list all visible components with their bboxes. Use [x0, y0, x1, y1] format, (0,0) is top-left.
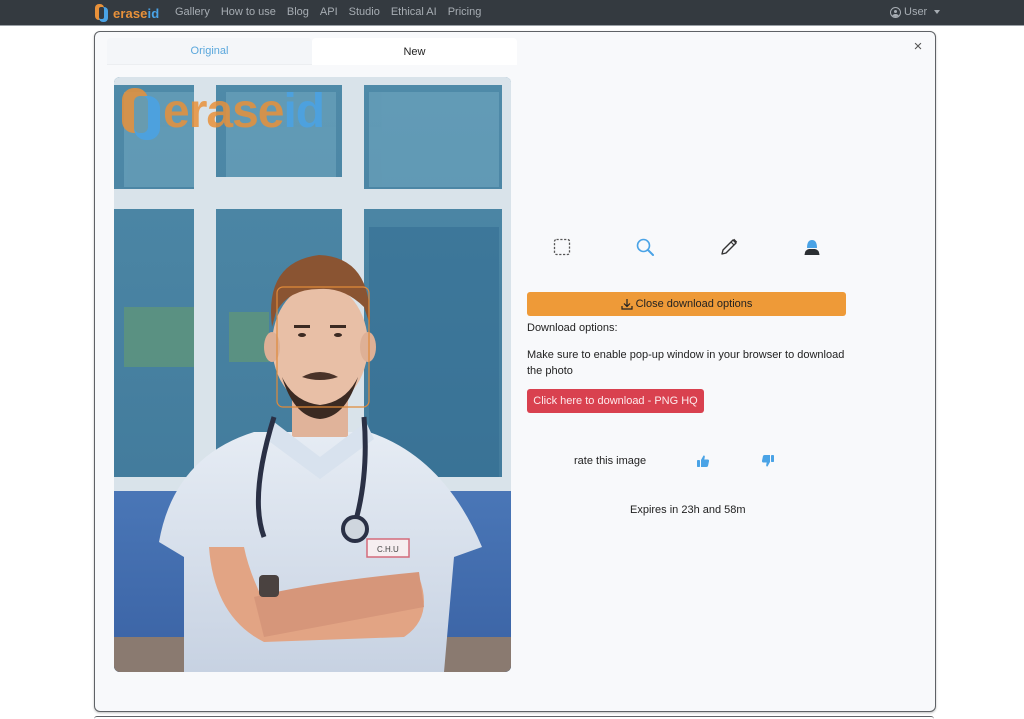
thumbs-up-icon — [697, 455, 710, 467]
zoom-button[interactable] — [633, 235, 657, 259]
person-icon — [804, 240, 820, 255]
close-modal-button[interactable]: × — [910, 39, 926, 55]
tab-new[interactable]: New — [312, 38, 517, 65]
tab-original[interactable]: Original — [107, 38, 312, 65]
nav-link-how-to-use[interactable]: How to use — [221, 6, 276, 18]
user-circle-icon — [890, 6, 901, 18]
thumbs-down-button[interactable] — [761, 454, 775, 468]
nav-link-pricing[interactable]: Pricing — [448, 6, 482, 18]
nav-link-gallery[interactable]: Gallery — [175, 6, 210, 18]
download-png-hq-button[interactable]: Click here to download - PNG HQ — [527, 389, 704, 413]
close-download-options-button[interactable]: Close download options — [527, 292, 846, 316]
thumbs-down-icon — [761, 455, 774, 467]
rate-image-label: rate this image — [574, 455, 647, 467]
brand-logo-link[interactable]: eraseid — [95, 3, 159, 23]
brand-name: eraseid — [113, 5, 160, 21]
nav-links: Gallery How to use Blog API Studio Ethic… — [175, 0, 481, 24]
image-tabs: Original New — [107, 38, 517, 65]
nav-link-api[interactable]: API — [320, 6, 338, 18]
watermark-text: eraseid — [163, 85, 325, 138]
person-button[interactable] — [800, 235, 824, 259]
nav-link-blog[interactable]: Blog — [287, 6, 309, 18]
watermark: eraseid — [122, 85, 325, 140]
expiry-text: Expires in 23h and 58m — [630, 504, 746, 516]
dashed-square-icon — [553, 238, 571, 256]
pencil-icon — [721, 238, 738, 255]
top-navbar: eraseid Gallery How to use Blog API Stud… — [0, 0, 1024, 26]
popup-note: Make sure to enable pop-up window in you… — [527, 349, 845, 377]
watermark-logo-icon — [122, 88, 160, 140]
search-icon — [636, 238, 654, 256]
nav-link-studio[interactable]: Studio — [349, 6, 380, 18]
photo-illustration: C.H.U — [114, 77, 511, 672]
eraseid-logo-icon — [95, 4, 108, 22]
result-photo: C.H.U eraseid — [114, 77, 511, 672]
name-badge-text: C.H.U — [377, 545, 399, 554]
caret-down-icon — [934, 10, 941, 14]
download-options-label: Download options: — [527, 322, 618, 334]
user-label: User — [904, 6, 928, 18]
download-icon — [620, 299, 633, 310]
edit-button[interactable] — [717, 235, 741, 259]
result-modal: × Original New C.H.U eraseid Close downl… — [94, 31, 936, 712]
thumbs-up-button[interactable] — [696, 454, 710, 468]
close-download-options-label: Close download options — [635, 298, 753, 310]
edit-tools — [550, 235, 850, 259]
nav-link-ethical-ai[interactable]: Ethical AI — [391, 6, 437, 18]
select-area-button[interactable] — [550, 235, 574, 259]
user-menu-dropdown[interactable]: User — [890, 0, 941, 24]
